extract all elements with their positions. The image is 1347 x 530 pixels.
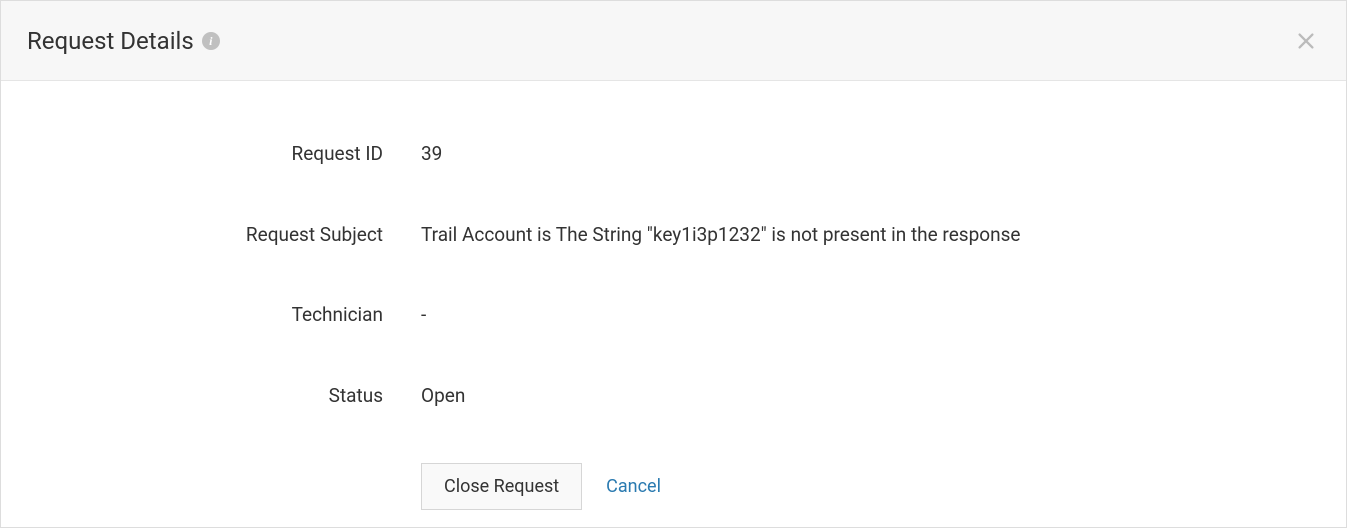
field-row-request-subject: Request Subject Trail Account is The Str…: [61, 222, 1286, 249]
dialog-title-wrap: Request Details i: [27, 27, 220, 55]
field-row-request-id: Request ID 39: [61, 141, 1286, 168]
actions-row: Close Request Cancel: [61, 463, 1286, 510]
field-value-status: Open: [421, 383, 1286, 410]
field-row-technician: Technician -: [61, 302, 1286, 329]
field-label-technician: Technician: [61, 302, 421, 329]
dialog-header: Request Details i: [1, 1, 1346, 81]
close-request-button[interactable]: Close Request: [421, 463, 582, 510]
info-icon[interactable]: i: [202, 32, 220, 50]
field-label-request-id: Request ID: [61, 141, 421, 168]
cancel-link[interactable]: Cancel: [606, 476, 661, 497]
field-value-technician: -: [421, 302, 1286, 329]
dialog-title: Request Details: [27, 27, 194, 55]
field-value-request-subject: Trail Account is The String "key1i3p1232…: [421, 222, 1286, 249]
field-value-request-id: 39: [421, 141, 1286, 168]
field-row-status: Status Open: [61, 383, 1286, 410]
close-icon[interactable]: [1292, 27, 1320, 55]
field-label-status: Status: [61, 383, 421, 410]
actions-cell: Close Request Cancel: [421, 463, 1286, 510]
field-label-request-subject: Request Subject: [61, 222, 421, 249]
dialog-content: Request ID 39 Request Subject Trail Acco…: [1, 81, 1346, 530]
